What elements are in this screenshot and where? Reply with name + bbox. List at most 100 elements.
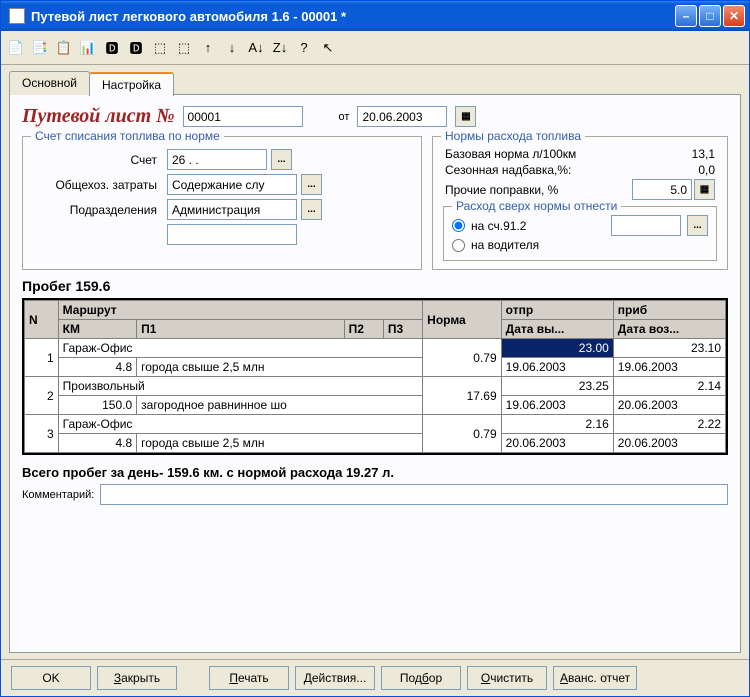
- col-n[interactable]: N: [25, 301, 59, 339]
- cell-q1[interactable]: 2.16: [501, 415, 613, 434]
- over-norm-legend: Расход сверх нормы отнести: [452, 199, 621, 213]
- doc-number-input[interactable]: [183, 106, 303, 127]
- window-title: Путевой лист легкового автомобиля 1.6 - …: [29, 9, 675, 24]
- dept-select-button[interactable]: ...: [301, 199, 322, 220]
- toolbar-icon-1[interactable]: 📄: [7, 39, 25, 57]
- base-norm-value: 13,1: [665, 147, 715, 161]
- cell-route[interactable]: Гараж-Офис: [58, 415, 423, 434]
- toolbar-icon-7[interactable]: ⬚: [151, 39, 169, 57]
- extra-input[interactable]: [167, 224, 297, 245]
- cell-route[interactable]: Произвольный: [58, 377, 423, 396]
- calendar-button[interactable]: ▦: [455, 106, 476, 127]
- radio-account[interactable]: [452, 219, 465, 232]
- radio-driver[interactable]: [452, 239, 465, 252]
- cell-d2[interactable]: 20.06.2003: [613, 396, 725, 415]
- col-norm[interactable]: Норма: [423, 301, 502, 339]
- cell-p1[interactable]: города свыше 2,5 млн: [137, 358, 423, 377]
- sort-asc-icon[interactable]: A↓: [247, 39, 265, 57]
- writeoff-legend: Счет списания топлива по норме: [31, 129, 224, 143]
- close-form-button[interactable]: Закрыть: [97, 666, 177, 690]
- expense-label: Общехоз. затраты: [33, 178, 163, 192]
- fieldset-writeoff: Счет списания топлива по норме Счет ... …: [22, 136, 422, 270]
- other-calc-button[interactable]: ▦: [694, 179, 715, 200]
- col-km[interactable]: КМ: [58, 320, 137, 339]
- account-select-button[interactable]: ...: [271, 149, 292, 170]
- col-q1[interactable]: отпр: [501, 301, 613, 320]
- doc-header-label: Путевой лист №: [22, 105, 175, 128]
- other-input[interactable]: [632, 179, 692, 200]
- comment-input[interactable]: [100, 484, 728, 505]
- cell-norm[interactable]: 17.69: [423, 377, 502, 415]
- help-icon[interactable]: ?: [295, 39, 313, 57]
- season-label: Сезонная надбавка,%:: [445, 163, 571, 177]
- cell-q1[interactable]: 23.00: [501, 339, 613, 358]
- expense-select-button[interactable]: ...: [301, 174, 322, 195]
- print-button[interactable]: Печать: [209, 666, 289, 690]
- arrow-down-icon[interactable]: ↓: [223, 39, 241, 57]
- close-button[interactable]: ✕: [723, 5, 745, 27]
- cell-q2[interactable]: 23.10: [613, 339, 725, 358]
- cell-route[interactable]: Гараж-Офис: [58, 339, 423, 358]
- cell-d1[interactable]: 19.06.2003: [501, 358, 613, 377]
- cell-d1[interactable]: 19.06.2003: [501, 396, 613, 415]
- button-bar: OK Закрыть Печать Действия... Подбор Очи…: [1, 659, 749, 696]
- toolbar-icon-2[interactable]: 📑: [31, 39, 49, 57]
- season-value: 0,0: [665, 163, 715, 177]
- pointer-icon[interactable]: ↖: [319, 39, 337, 57]
- comment-label: Комментарий:: [22, 489, 94, 501]
- mileage-grid[interactable]: N Маршрут Норма отпр приб КМ П1 П2 П3 Да…: [22, 298, 728, 455]
- cell-p1[interactable]: загородное равнинное шо: [137, 396, 423, 415]
- toolbar-icon-3[interactable]: 📋: [55, 39, 73, 57]
- over-account-input[interactable]: [611, 215, 681, 236]
- fieldset-norms: Нормы расхода топлива Базовая норма л/10…: [432, 136, 728, 270]
- dept-label: Подразделения: [33, 203, 163, 217]
- advance-button[interactable]: Аванс. отчет: [553, 666, 637, 690]
- maximize-button[interactable]: □: [699, 5, 721, 27]
- cell-n[interactable]: 2: [25, 377, 59, 415]
- expense-input[interactable]: [167, 174, 297, 195]
- cell-n[interactable]: 3: [25, 415, 59, 453]
- base-norm-label: Базовая норма л/100км: [445, 147, 576, 161]
- minimize-button[interactable]: –: [675, 5, 697, 27]
- cell-d2[interactable]: 20.06.2003: [613, 434, 725, 453]
- col-route[interactable]: Маршрут: [58, 301, 423, 320]
- cell-d1[interactable]: 20.06.2003: [501, 434, 613, 453]
- cell-q1[interactable]: 23.25: [501, 377, 613, 396]
- cell-d2[interactable]: 19.06.2003: [613, 358, 725, 377]
- tab-main[interactable]: Основной: [9, 71, 90, 95]
- pick-button[interactable]: Подбор: [381, 666, 461, 690]
- cell-km[interactable]: 4.8: [58, 358, 137, 377]
- cell-km[interactable]: 150.0: [58, 396, 137, 415]
- toolbar-icon-4[interactable]: 📊: [79, 39, 97, 57]
- cell-km[interactable]: 4.8: [58, 434, 137, 453]
- cell-norm[interactable]: 0.79: [423, 339, 502, 377]
- fieldset-over-norm: Расход сверх нормы отнести на сч.91.2 ..…: [443, 206, 717, 261]
- cell-q2[interactable]: 2.14: [613, 377, 725, 396]
- tab-settings[interactable]: Настройка: [89, 72, 174, 96]
- clear-button[interactable]: Очистить: [467, 666, 547, 690]
- sort-desc-icon[interactable]: Z↓: [271, 39, 289, 57]
- cell-norm[interactable]: 0.79: [423, 415, 502, 453]
- document-icon: [9, 8, 25, 24]
- tabs-header: Основной Настройка: [9, 71, 741, 95]
- doc-date-input[interactable]: [357, 106, 447, 127]
- toolbar-icon-8[interactable]: ⬚: [175, 39, 193, 57]
- mileage-label: Пробег 159.6: [22, 278, 728, 294]
- col-q2[interactable]: приб: [613, 301, 725, 320]
- col-p1[interactable]: П1: [137, 320, 344, 339]
- account-input[interactable]: [167, 149, 267, 170]
- toolbar-icon-6[interactable]: 🅳: [127, 39, 145, 57]
- col-p2[interactable]: П2: [344, 320, 383, 339]
- dept-input[interactable]: [167, 199, 297, 220]
- ok-button[interactable]: OK: [11, 666, 91, 690]
- over-account-select[interactable]: ...: [687, 215, 708, 236]
- toolbar-icon-5[interactable]: 🅳: [103, 39, 121, 57]
- cell-n[interactable]: 1: [25, 339, 59, 377]
- cell-p1[interactable]: города свыше 2,5 млн: [137, 434, 423, 453]
- col-d1[interactable]: Дата вы...: [501, 320, 613, 339]
- col-p3[interactable]: П3: [383, 320, 422, 339]
- col-d2[interactable]: Дата воз...: [613, 320, 725, 339]
- actions-button[interactable]: Действия...: [295, 666, 375, 690]
- cell-q2[interactable]: 2.22: [613, 415, 725, 434]
- arrow-up-icon[interactable]: ↑: [199, 39, 217, 57]
